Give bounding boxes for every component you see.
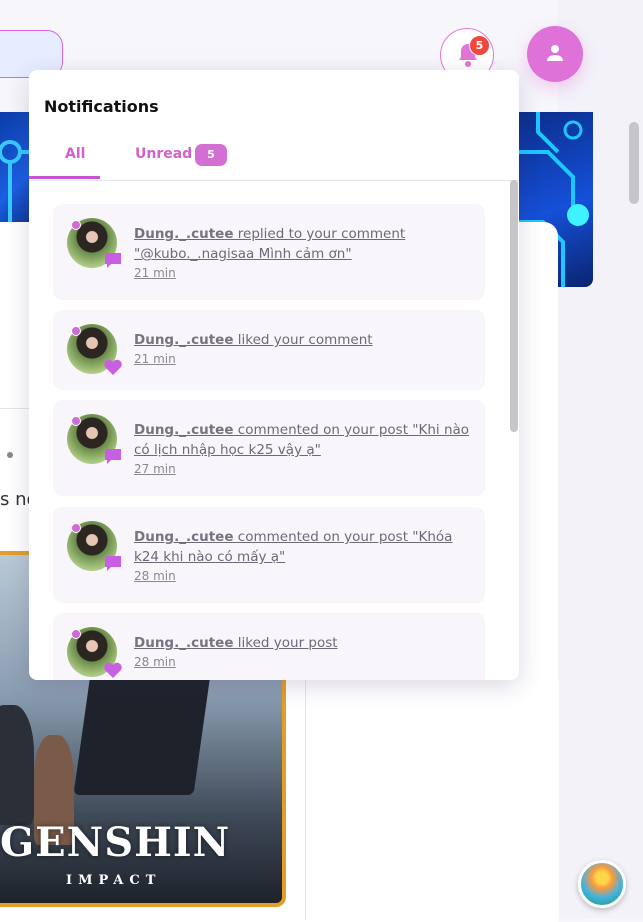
- unread-dot: [71, 326, 81, 336]
- comment-icon: [105, 449, 121, 464]
- post-image-logo: GENSHIN: [0, 819, 231, 866]
- notification-detail: k24 khi nào có mấy ạ": [134, 549, 286, 565]
- menu-dot[interactable]: [7, 452, 13, 458]
- notification-detail: có lịch nhập học k25 vậy ạ": [134, 442, 321, 458]
- notification-item[interactable]: Dung._.cutee liked your comment 21 min: [53, 310, 485, 390]
- notification-item[interactable]: Dung._.cutee commented on your post "Khi…: [53, 400, 485, 496]
- notification-user[interactable]: Dung._.cutee: [134, 635, 233, 651]
- unread-dot: [71, 629, 81, 639]
- notification-scrollbar-thumb[interactable]: [510, 180, 518, 432]
- comment-icon: [105, 253, 121, 268]
- notification-time: 28 min: [134, 655, 176, 669]
- post-image-logo-sub: IMPACT: [66, 873, 162, 888]
- notification-item[interactable]: Dung._.cutee replied to your comment "@k…: [53, 204, 485, 300]
- notification-item[interactable]: Dung._.cutee commented on your post "Khó…: [53, 507, 485, 603]
- notification-time: 21 min: [134, 266, 176, 280]
- notification-user[interactable]: Dung._.cutee: [134, 332, 233, 348]
- page-scrollbar-thumb[interactable]: [629, 122, 639, 204]
- floating-app-button[interactable]: [578, 860, 626, 908]
- notification-detail: "@kubo._.nagisaa Mình cảm ơn": [134, 246, 352, 262]
- notifications-tabs: All Unread: [29, 136, 519, 181]
- heart-icon: [104, 662, 122, 678]
- unread-dot: [71, 416, 81, 426]
- tab-unread[interactable]: Unread: [135, 146, 192, 162]
- notification-action: liked your comment: [233, 332, 373, 348]
- notification-time: 28 min: [134, 569, 176, 583]
- notification-action: liked your post: [233, 635, 338, 651]
- notification-time: 21 min: [134, 352, 176, 366]
- notification-item[interactable]: Dung._.cutee liked your post 28 min: [53, 613, 485, 680]
- notifications-title: Notifications: [44, 97, 159, 116]
- notification-count-badge: 5: [469, 35, 490, 56]
- right-panel: [305, 680, 559, 920]
- notification-user[interactable]: Dung._.cutee: [134, 529, 233, 545]
- user-icon: [547, 45, 563, 61]
- unread-dot: [71, 523, 81, 533]
- comment-icon: [105, 556, 121, 571]
- active-tab-indicator: [29, 176, 100, 179]
- notification-action: commented on your post "Khóa: [233, 529, 453, 545]
- user-menu-button[interactable]: [527, 26, 583, 82]
- heart-icon: [104, 359, 122, 375]
- notification-action: commented on your post "Khi nào: [233, 422, 470, 438]
- notification-user[interactable]: Dung._.cutee: [134, 226, 233, 242]
- tab-all[interactable]: All: [65, 146, 85, 162]
- notification-list: Dung._.cutee replied to your comment "@k…: [29, 180, 519, 680]
- notification-user[interactable]: Dung._.cutee: [134, 422, 233, 438]
- unread-count-badge: 5: [195, 144, 227, 166]
- notification-time: 27 min: [134, 462, 176, 476]
- notifications-dropdown: Notifications All Unread 5 Dung._.cutee …: [29, 70, 519, 680]
- notification-action: replied to your comment: [233, 226, 406, 242]
- unread-dot: [71, 220, 81, 230]
